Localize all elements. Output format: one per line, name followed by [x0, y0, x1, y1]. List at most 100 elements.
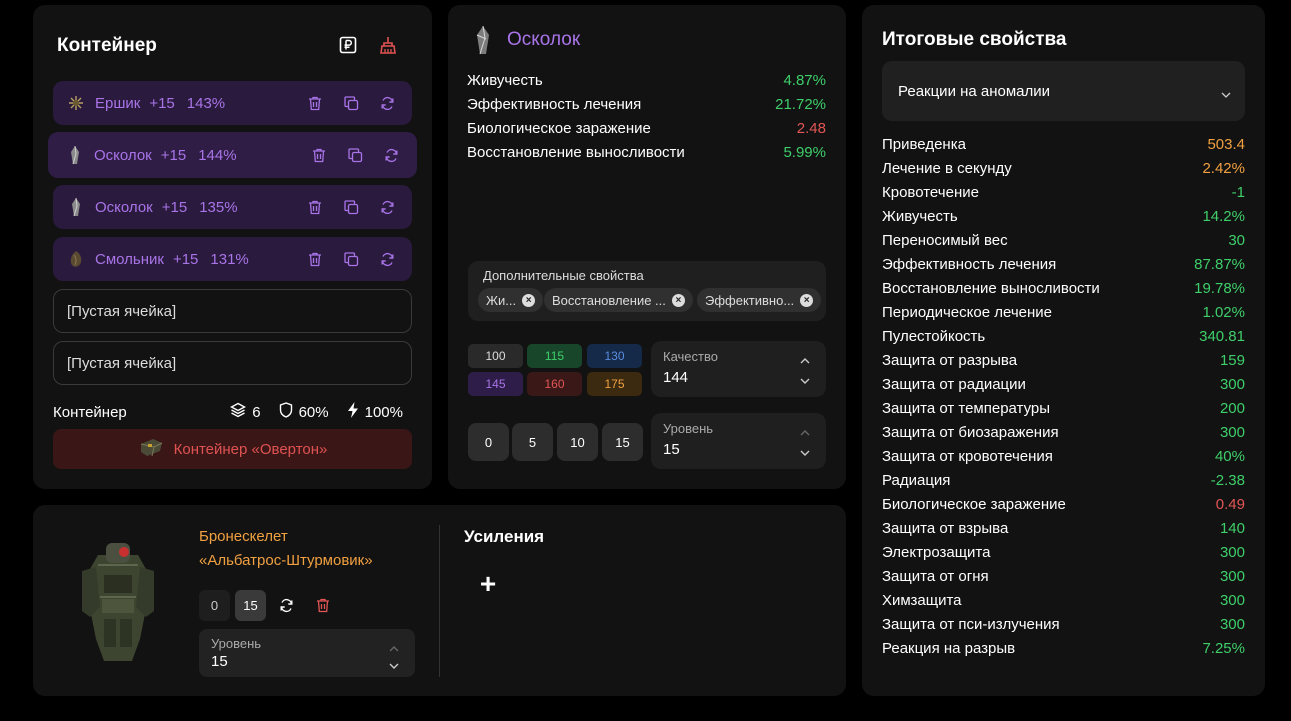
totals-row-value: 300 — [1219, 424, 1245, 441]
property-value: 4.87% — [783, 72, 826, 89]
artifact-panel: Осколок Живучесть 4.87% Эффективность ле… — [448, 5, 846, 489]
totals-row-value: 14.2% — [1202, 208, 1245, 225]
chevron-up-icon[interactable] — [389, 639, 399, 657]
divider — [439, 525, 440, 677]
quality-preset-button[interactable]: 160 — [527, 372, 582, 396]
property-value: 21.72% — [775, 96, 826, 113]
armor-level-15-button[interactable]: 15 — [235, 590, 266, 621]
quality-preset-button[interactable]: 175 — [587, 372, 642, 396]
slot-name: Ершик — [95, 94, 141, 112]
trash-icon[interactable] — [307, 590, 338, 621]
container-slot-2[interactable]: Осколок +15 144% — [48, 132, 417, 178]
chip-remove-icon[interactable]: × — [522, 293, 536, 307]
quality-preset-button[interactable]: 100 — [468, 344, 523, 368]
empty-slot-2[interactable]: [Пустая ячейка] — [53, 341, 412, 385]
chip-remove-icon[interactable]: × — [671, 293, 685, 307]
slot-level: +15 — [172, 250, 199, 268]
broom-icon[interactable] — [378, 35, 398, 55]
container-slot-1[interactable]: Ершик +15 143% — [53, 81, 412, 125]
slots-count: 6 — [252, 403, 261, 421]
totals-row: Приведенка 503.4 — [882, 136, 1245, 158]
level-select[interactable]: Уровень 15 — [651, 413, 826, 469]
totals-row: Лечение в секунду 2.42% — [882, 160, 1245, 182]
add-boost-button[interactable]: + — [477, 570, 499, 598]
totals-row: Химзащита 300 — [882, 592, 1245, 614]
chevron-down-icon[interactable] — [800, 371, 810, 389]
container-stats-label: Контейнер — [53, 403, 127, 421]
level-button-15[interactable]: 15 — [602, 423, 643, 461]
chevron-up-icon[interactable] — [800, 351, 810, 369]
totals-row-name: Защита от кровотечения — [882, 448, 1053, 465]
oskolok-artifact-icon — [66, 145, 84, 165]
totals-row-value: 300 — [1219, 376, 1245, 393]
container-select-button[interactable]: Контейнер «Овертон» — [53, 429, 412, 469]
artifact-property-row: Живучесть 4.87% — [467, 72, 826, 94]
anomaly-reactions-dropdown[interactable]: Реакции на аномалии — [882, 61, 1245, 121]
trash-icon[interactable] — [310, 146, 328, 164]
container-item-icon — [138, 436, 164, 462]
totals-row: Защита от кровотечения 40% — [882, 448, 1245, 470]
refresh-icon[interactable] — [378, 250, 396, 268]
armor-level-select[interactable]: Уровень 15 — [199, 629, 415, 677]
quality-preset-button[interactable]: 130 — [587, 344, 642, 368]
totals-row-name: Переносимый вес — [882, 232, 1008, 249]
totals-row: Защита от взрыва 140 — [882, 520, 1245, 542]
totals-row: Реакция на разрыв 7.25% — [882, 640, 1245, 662]
trash-icon[interactable] — [306, 250, 324, 268]
totals-row: Кровотечение -1 — [882, 184, 1245, 206]
container-button-label: Контейнер «Овертон» — [173, 440, 328, 458]
totals-row-name: Периодическое лечение — [882, 304, 1052, 321]
copy-icon[interactable] — [342, 198, 360, 216]
refresh-icon[interactable] — [271, 590, 302, 621]
container-slot-3[interactable]: Осколок +15 135% — [53, 185, 412, 229]
quality-label: Качество — [663, 349, 718, 364]
chevron-up-icon[interactable] — [800, 423, 810, 441]
property-chip[interactable]: Жи... × — [478, 288, 544, 312]
totals-row: Живучесть 14.2% — [882, 208, 1245, 230]
artifact-property-row: Восстановление выносливости 5.99% — [467, 144, 826, 166]
property-chip[interactable]: Восстановление ... × — [544, 288, 693, 312]
oskolok-artifact-icon — [67, 197, 85, 217]
level-value: 15 — [663, 441, 680, 458]
ruble-icon[interactable] — [338, 35, 358, 55]
container-panel: Контейнер Ершик +15 143% Осколок +15 144… — [33, 5, 432, 489]
copy-icon[interactable] — [346, 146, 364, 164]
quality-select[interactable]: Качество 144 — [651, 341, 826, 397]
lightning-icon — [347, 402, 359, 422]
totals-row: Защита от огня 300 — [882, 568, 1245, 590]
chip-label: Эффективно... — [705, 292, 795, 308]
chip-remove-icon[interactable]: × — [800, 293, 814, 307]
extra-properties-box[interactable]: Дополнительные свойства Жи... × Восстано… — [468, 261, 826, 321]
slot-percent: 131% — [210, 250, 249, 268]
property-name: Биологическое заражение — [467, 120, 651, 137]
totals-title: Итоговые свойства — [882, 29, 1067, 50]
level-button-10[interactable]: 10 — [557, 423, 598, 461]
property-chip[interactable]: Эффективно... × — [697, 288, 822, 312]
chevron-down-icon[interactable] — [800, 443, 810, 461]
quality-preset-button[interactable]: 115 — [527, 344, 582, 368]
refresh-icon[interactable] — [378, 198, 396, 216]
totals-row-name: Кровотечение — [882, 184, 979, 201]
trash-icon[interactable] — [306, 198, 324, 216]
totals-row-value: -2.38 — [1210, 472, 1245, 489]
slot-name: Смольник — [95, 250, 164, 268]
trash-icon[interactable] — [306, 94, 324, 112]
quality-value: 144 — [663, 369, 689, 386]
copy-icon[interactable] — [342, 94, 360, 112]
container-slot-4[interactable]: Смольник +15 131% — [53, 237, 412, 281]
slot-percent: 143% — [186, 94, 226, 112]
copy-icon[interactable] — [342, 250, 360, 268]
chevron-down-icon[interactable] — [389, 656, 399, 674]
armor-level-0-button[interactable]: 0 — [199, 590, 230, 621]
artifact-property-row: Эффективность лечения 21.72% — [467, 96, 826, 118]
level-button-0[interactable]: 0 — [468, 423, 509, 461]
quality-preset-button[interactable]: 145 — [468, 372, 523, 396]
totals-row: Радиация -2.38 — [882, 472, 1245, 494]
totals-row-name: Защита от биозаражения — [882, 424, 1059, 441]
totals-row-value: 159 — [1219, 352, 1245, 369]
refresh-icon[interactable] — [378, 94, 396, 112]
empty-slot-1[interactable]: [Пустая ячейка] — [53, 289, 412, 333]
refresh-icon[interactable] — [382, 146, 400, 164]
level-button-5[interactable]: 5 — [512, 423, 553, 461]
chevron-down-icon — [1221, 85, 1231, 102]
